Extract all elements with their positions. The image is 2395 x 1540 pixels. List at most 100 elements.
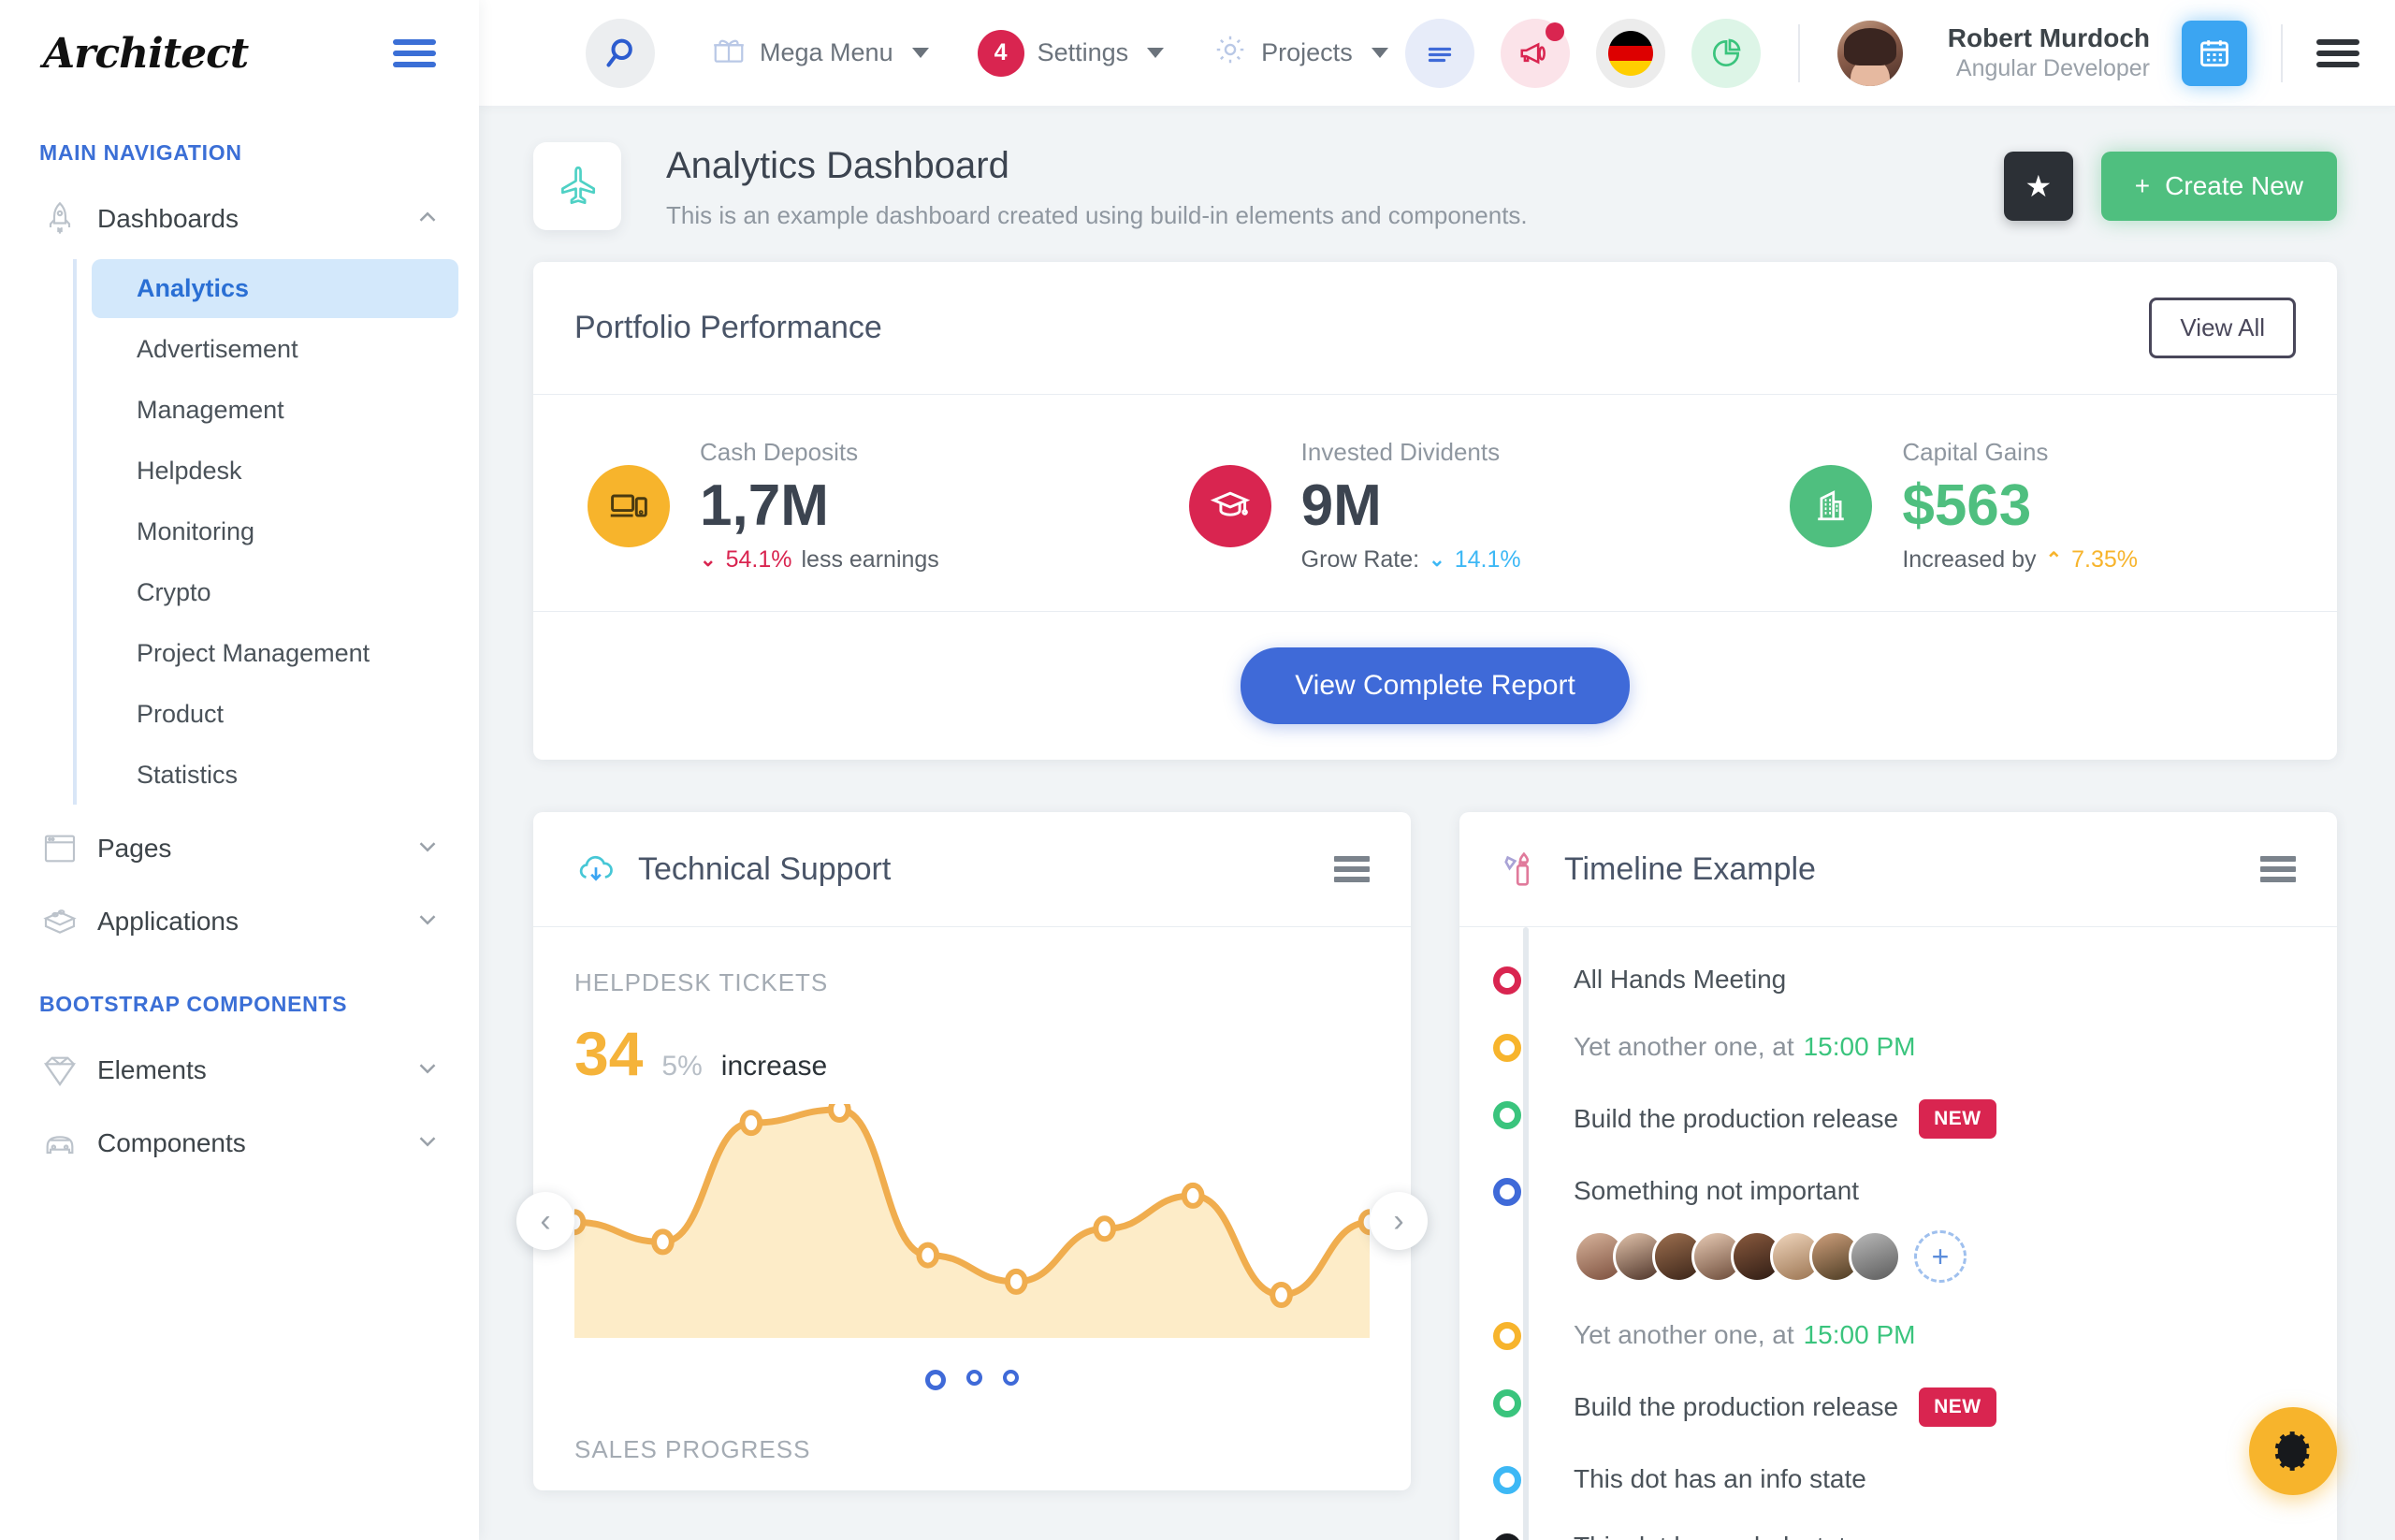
timeline-text: Yet another one, at 15:00 PM [1574, 1032, 2296, 1062]
sidebar-item-product[interactable]: Product [92, 685, 458, 744]
divider [1797, 23, 1800, 82]
sales-progress-kicker: Sales Progress [574, 1435, 811, 1464]
helpdesk-kicker: Helpdesk Tickets [574, 968, 829, 997]
timeline-item[interactable]: All Hands Meeting [1493, 965, 2296, 1032]
status-badge: 4 [977, 29, 1024, 77]
timeline-item[interactable]: Yet another one, at 15:00 PM [1493, 1032, 2296, 1099]
page-title-bar: Analytics Dashboard This is an example d… [479, 107, 2395, 262]
sidebar-item-advertisement[interactable]: Advertisement [92, 320, 458, 379]
kpi-label: Invested Dividents [1300, 438, 1501, 466]
gift-icon [711, 32, 747, 74]
airplane-icon [533, 142, 621, 230]
nav-label: Projects [1261, 38, 1353, 66]
sidebar-item-monitoring[interactable]: Monitoring [92, 502, 458, 561]
settings-fab[interactable] [2249, 1407, 2337, 1495]
kpi-capital-gains: Capital Gains $563 Increased by ⌃ 7.35% [1735, 438, 2337, 574]
sidebar-item-label: Applications [97, 907, 239, 936]
chevron-up-icon [414, 203, 442, 236]
nav-settings[interactable]: 4 Settings [977, 29, 1165, 77]
list-menu-icon[interactable] [1334, 851, 1370, 887]
portfolio-performance-card: Portfolio Performance View All Cash Depo… [533, 262, 2337, 761]
chevron-down-icon: ⌄ [1429, 549, 1445, 572]
list-menu-icon[interactable] [2260, 851, 2296, 887]
search-icon[interactable] [586, 18, 655, 88]
sidebar-item-project-management[interactable]: Project Management [92, 624, 458, 683]
timeline-item[interactable]: Something not important + [1493, 1176, 2296, 1320]
sidebar-item-dashboards[interactable]: Dashboards [0, 182, 479, 255]
timeline-text: All Hands Meeting [1574, 965, 2296, 995]
timeline-item[interactable]: Build the production release NEW [1493, 1099, 2296, 1176]
cloud-download-icon [574, 848, 617, 891]
helpdesk-number-row: 34 5% increase [574, 1018, 1370, 1089]
diamond-icon [41, 1052, 97, 1089]
kpi-footer: Grow Rate: ⌄ 14.1% [1301, 546, 1521, 574]
brand-logo[interactable]: Architect [43, 30, 249, 78]
avatar[interactable] [1849, 1230, 1901, 1284]
timeline-column: Timeline Example All Hands Meeting Yet a… [1459, 812, 2337, 1540]
favorite-button[interactable]: ★ [2003, 152, 2073, 221]
timeline-label: This dot has a dark state [1574, 1532, 1861, 1540]
carousel-dot-1[interactable] [925, 1370, 946, 1391]
card-title: Timeline Example [1564, 850, 1816, 887]
carousel-next-button[interactable]: › [1370, 1192, 1428, 1251]
sidebar-item-crypto[interactable]: Crypto [92, 563, 458, 622]
chevron-down-icon [414, 1127, 442, 1160]
kpi-delta-prefix: Grow Rate: [1300, 546, 1420, 574]
timeline-item[interactable]: This dot has a dark state [1493, 1532, 2296, 1540]
timeline-item[interactable]: Yet another one, at 15:00 PM [1493, 1320, 2296, 1387]
sidebar-item-pages[interactable]: Pages [0, 812, 479, 885]
carousel-dot-2[interactable] [966, 1370, 982, 1387]
timeline-text: This dot has an info state [1574, 1464, 2296, 1494]
megaphone-icon[interactable] [1500, 18, 1570, 88]
flag-germany-icon[interactable] [1595, 18, 1665, 88]
timeline-label: All Hands Meeting [1574, 965, 1787, 995]
timeline-text: Yet another one, at 15:00 PM [1574, 1320, 2296, 1350]
sidebar-item-statistics[interactable]: Statistics [92, 746, 458, 805]
sidebar-item-elements[interactable]: Elements [0, 1034, 479, 1107]
sidebar-scroll[interactable]: Main Navigation Dashboards Analyt [0, 0, 479, 1540]
area-chart-svg [574, 1104, 1370, 1339]
gear-icon [1212, 32, 1248, 74]
card-footer: View Complete Report [533, 611, 2337, 760]
timeline-card: Timeline Example All Hands Meeting Yet a… [1459, 812, 2337, 1540]
sidebar-item-helpdesk[interactable]: Helpdesk [92, 442, 458, 501]
create-new-button[interactable]: + Create New [2100, 152, 2337, 221]
ink-bottle-icon [1501, 848, 1544, 891]
sidebar-item-components[interactable]: Components [0, 1107, 479, 1180]
carousel-dots [574, 1338, 1370, 1418]
sidebar-toggle-icon[interactable] [393, 34, 436, 73]
nav-mega-menu[interactable]: Mega Menu [711, 32, 929, 74]
kpi-value: $563 [1902, 473, 2032, 538]
kpi-label: Capital Gains [1902, 438, 2049, 466]
pie-chart-icon[interactable] [1691, 18, 1761, 88]
view-all-button[interactable]: View All [2149, 298, 2296, 358]
carousel-dot-3[interactable] [1003, 1370, 1019, 1387]
helpdesk-area-chart: ‹ › [516, 1104, 1428, 1339]
sidebar-item-management[interactable]: Management [92, 381, 458, 440]
grid-menu-icon[interactable] [1404, 18, 1474, 88]
timeline-item[interactable]: This dot has an info state [1493, 1464, 2296, 1532]
calendar-icon[interactable] [2182, 20, 2247, 86]
sidebar-item-analytics[interactable]: Analytics [92, 259, 458, 318]
avatar[interactable] [1836, 20, 1903, 86]
chevron-down-icon [414, 1054, 442, 1087]
nav-projects[interactable]: Projects [1212, 32, 1388, 74]
chevron-down-icon [911, 48, 929, 58]
carousel-prev-button[interactable]: ‹ [516, 1192, 574, 1251]
technical-support-body: Helpdesk Tickets 34 5% increase ‹ › [516, 927, 1428, 1418]
technical-support-column: Technical Support Helpdesk Tickets 34 5%… [516, 812, 1428, 1540]
car-icon [41, 1125, 97, 1162]
kpi-value: 9M [1300, 473, 1382, 538]
add-avatar-button[interactable]: + [1914, 1230, 1967, 1284]
sidebar-item-applications[interactable]: Applications [0, 885, 479, 958]
chevron-down-icon [1371, 48, 1388, 58]
view-complete-report-button[interactable]: View Complete Report [1241, 647, 1630, 725]
timeline-label: Build the production release [1574, 1392, 1899, 1422]
sidebar-item-label: Pages [97, 834, 172, 863]
timeline-item[interactable]: Build the production release NEW [1493, 1387, 2296, 1464]
hamburger-icon[interactable] [2316, 34, 2359, 73]
chevron-down-icon: ⌄ [700, 549, 717, 572]
kpi-delta-prefix: Increased by [1902, 546, 2037, 574]
chevron-down-icon [414, 906, 442, 938]
timeline-dot [1493, 1101, 1521, 1130]
